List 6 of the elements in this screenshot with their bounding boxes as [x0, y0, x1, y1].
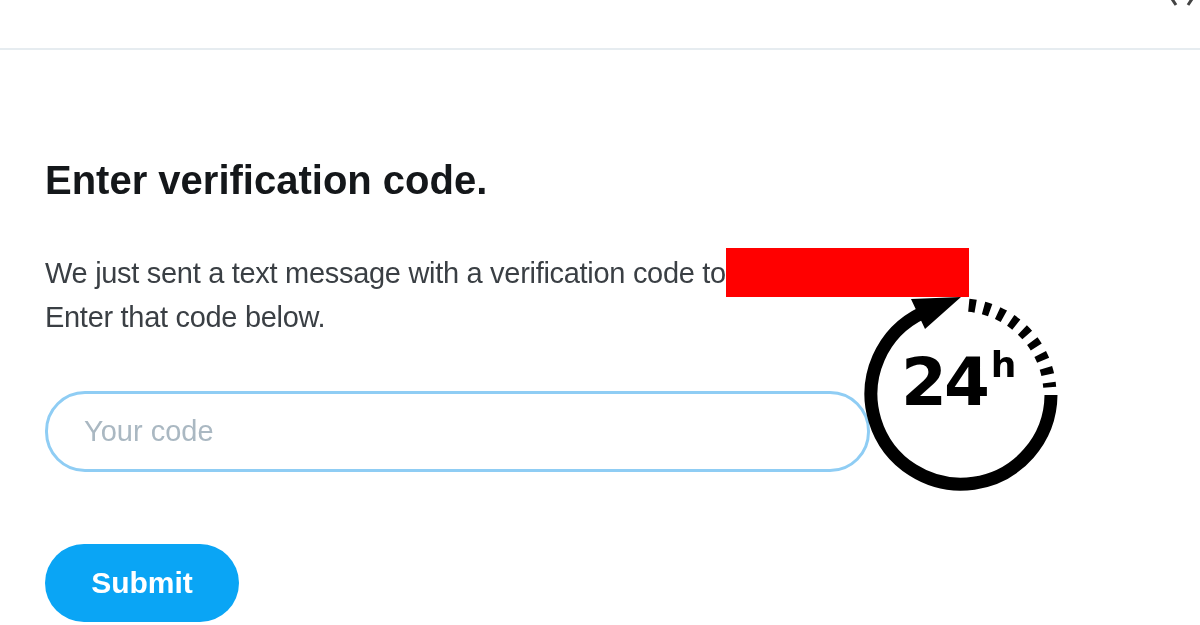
duration-label: 24$^{h}$ [901, 347, 1014, 416]
code-input-field[interactable]: Your code [45, 391, 870, 472]
message-text: We just sent a text message with a verification code to [45, 255, 726, 291]
message-text: Enter that code below. [45, 300, 327, 335]
submit-button[interactable]: Submit [45, 544, 239, 622]
dialog-title: Enter verification code. [45, 160, 489, 200]
